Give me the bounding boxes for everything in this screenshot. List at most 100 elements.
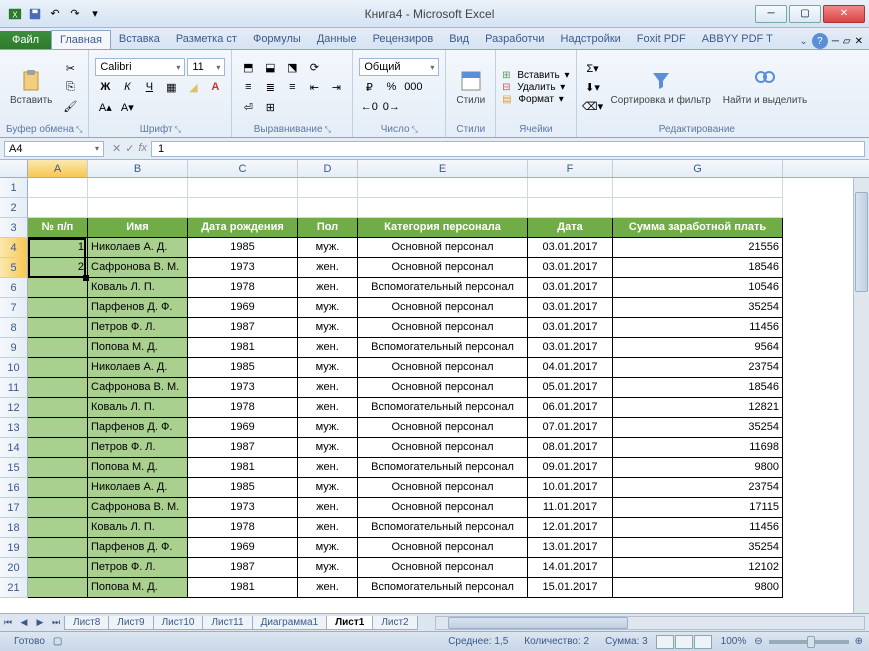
- column-header-F[interactable]: F: [528, 160, 613, 177]
- cell[interactable]: [528, 198, 613, 218]
- cell[interactable]: 12102: [613, 558, 783, 578]
- cell[interactable]: жен.: [298, 498, 358, 518]
- cell[interactable]: 10.01.2017: [528, 478, 613, 498]
- save-icon[interactable]: [26, 5, 44, 23]
- cell[interactable]: [28, 458, 88, 478]
- ribbon-tab-3[interactable]: Формулы: [245, 30, 309, 49]
- cell[interactable]: жен.: [298, 258, 358, 278]
- minimize-button[interactable]: ─: [755, 5, 787, 23]
- minimize-ribbon-icon[interactable]: ⌄: [799, 36, 807, 47]
- column-header-G[interactable]: G: [613, 160, 783, 177]
- percent-icon[interactable]: %: [381, 78, 401, 96]
- delete-cells-button[interactable]: ⊟ Удалить ▾: [502, 82, 569, 93]
- fill-icon[interactable]: ⬇▾: [583, 78, 603, 96]
- cell[interactable]: [188, 178, 298, 198]
- ribbon-tab-4[interactable]: Данные: [309, 30, 365, 49]
- cell[interactable]: 1987: [188, 438, 298, 458]
- row-header-3[interactable]: 3: [0, 218, 28, 238]
- cell[interactable]: 23754: [613, 358, 783, 378]
- sheet-tab-Лист10[interactable]: Лист10: [153, 616, 204, 630]
- cell[interactable]: Основной персонал: [358, 418, 528, 438]
- orientation-icon[interactable]: ⟳: [304, 58, 324, 76]
- border-button[interactable]: ▦: [161, 78, 181, 96]
- row-header-20[interactable]: 20: [0, 558, 28, 578]
- row-header-19[interactable]: 19: [0, 538, 28, 558]
- cell[interactable]: муж.: [298, 318, 358, 338]
- cell[interactable]: 12.01.2017: [528, 518, 613, 538]
- cell[interactable]: 1987: [188, 558, 298, 578]
- cell[interactable]: 1973: [188, 378, 298, 398]
- cancel-formula-icon[interactable]: ✕: [112, 142, 121, 155]
- sheet-nav-next-icon[interactable]: ▶: [32, 615, 48, 631]
- cell[interactable]: Вспомогательный персонал: [358, 398, 528, 418]
- cell[interactable]: [613, 198, 783, 218]
- cell[interactable]: 1969: [188, 298, 298, 318]
- cell[interactable]: Основной персонал: [358, 238, 528, 258]
- ribbon-tab-9[interactable]: Foxit PDF: [629, 30, 694, 49]
- undo-icon[interactable]: ↶: [46, 5, 64, 23]
- insert-cells-button[interactable]: ⊞ Вставить ▾: [502, 70, 569, 81]
- cell[interactable]: 35254: [613, 418, 783, 438]
- cell[interactable]: 1978: [188, 398, 298, 418]
- row-header-4[interactable]: 4: [0, 238, 28, 258]
- cell[interactable]: 05.01.2017: [528, 378, 613, 398]
- cell[interactable]: жен.: [298, 338, 358, 358]
- cell[interactable]: Вспомогательный персонал: [358, 278, 528, 298]
- cell[interactable]: 18546: [613, 378, 783, 398]
- name-box[interactable]: A4▾: [4, 141, 104, 157]
- ribbon-tab-6[interactable]: Вид: [441, 30, 477, 49]
- cell[interactable]: [28, 538, 88, 558]
- cell[interactable]: 03.01.2017: [528, 238, 613, 258]
- fill-handle[interactable]: [83, 275, 89, 281]
- cell[interactable]: Парфенов Д. Ф.: [88, 538, 188, 558]
- cell[interactable]: 15.01.2017: [528, 578, 613, 598]
- row-header-12[interactable]: 12: [0, 398, 28, 418]
- page-break-view-button[interactable]: [694, 635, 712, 649]
- currency-icon[interactable]: ₽: [359, 78, 379, 96]
- row-header-16[interactable]: 16: [0, 478, 28, 498]
- cell[interactable]: [28, 178, 88, 198]
- cell[interactable]: [28, 198, 88, 218]
- cell[interactable]: Парфенов Д. Ф.: [88, 418, 188, 438]
- cell[interactable]: [28, 378, 88, 398]
- cell[interactable]: 07.01.2017: [528, 418, 613, 438]
- cell[interactable]: Категория персонала: [358, 218, 528, 238]
- cell[interactable]: [28, 498, 88, 518]
- cell[interactable]: [28, 518, 88, 538]
- cell[interactable]: [88, 178, 188, 198]
- row-header-15[interactable]: 15: [0, 458, 28, 478]
- find-select-button[interactable]: Найти и выделить: [719, 67, 811, 108]
- cell[interactable]: 13.01.2017: [528, 538, 613, 558]
- ribbon-tab-5[interactable]: Рецензиров: [365, 30, 442, 49]
- cell[interactable]: 1981: [188, 458, 298, 478]
- cell[interactable]: муж.: [298, 438, 358, 458]
- zoom-in-button[interactable]: ⊕: [855, 636, 863, 647]
- cell[interactable]: Дата рождения: [188, 218, 298, 238]
- close-button[interactable]: ✕: [823, 5, 865, 23]
- cell[interactable]: 35254: [613, 298, 783, 318]
- cell[interactable]: 03.01.2017: [528, 258, 613, 278]
- cell[interactable]: муж.: [298, 358, 358, 378]
- ribbon-tab-0[interactable]: Главная: [51, 30, 111, 49]
- cell[interactable]: 03.01.2017: [528, 298, 613, 318]
- decrease-decimal-icon[interactable]: 0→: [381, 98, 401, 116]
- cell[interactable]: муж.: [298, 418, 358, 438]
- excel-icon[interactable]: X: [6, 5, 24, 23]
- cell[interactable]: жен.: [298, 578, 358, 598]
- mdi-minimize-icon[interactable]: ─: [832, 36, 839, 47]
- cell[interactable]: Основной персонал: [358, 538, 528, 558]
- row-header-11[interactable]: 11: [0, 378, 28, 398]
- cell[interactable]: 23754: [613, 478, 783, 498]
- vertical-scrollbar[interactable]: [853, 178, 869, 613]
- cell[interactable]: Основной персонал: [358, 558, 528, 578]
- cell[interactable]: Парфенов Д. Ф.: [88, 298, 188, 318]
- cell[interactable]: 1973: [188, 498, 298, 518]
- cell[interactable]: муж.: [298, 238, 358, 258]
- font-name-combo[interactable]: Calibri▾: [95, 58, 185, 76]
- cell[interactable]: Имя: [88, 218, 188, 238]
- sheet-nav-first-icon[interactable]: ⏮: [0, 615, 16, 631]
- sheet-tab-Лист8[interactable]: Лист8: [64, 616, 109, 630]
- ribbon-tab-10[interactable]: ABBYY PDF T: [694, 30, 781, 49]
- cell[interactable]: 1981: [188, 578, 298, 598]
- cell[interactable]: [88, 198, 188, 218]
